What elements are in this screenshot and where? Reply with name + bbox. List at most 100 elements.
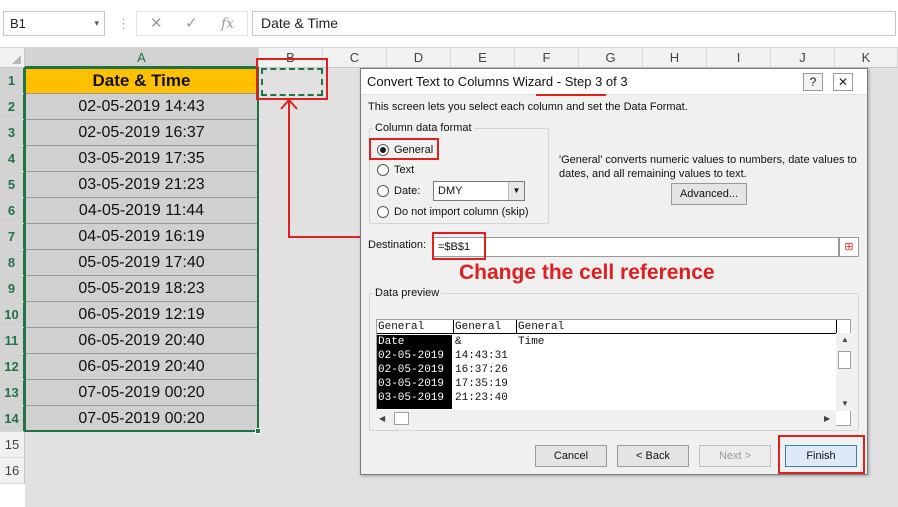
- column-header-j[interactable]: J: [771, 48, 835, 68]
- column-header-f[interactable]: F: [515, 48, 579, 68]
- row-header-2[interactable]: 2: [0, 94, 25, 120]
- cell-a-value[interactable]: 07-05-2019 00:20: [25, 406, 258, 432]
- preview-cell: Date: [378, 336, 405, 348]
- next-button[interactable]: Next >: [699, 445, 771, 467]
- column-header-a[interactable]: A: [25, 48, 259, 68]
- select-all-button[interactable]: [0, 48, 25, 68]
- row-header-11[interactable]: 11: [0, 328, 25, 354]
- cell-a-value[interactable]: 06-05-2019 20:40: [25, 328, 258, 354]
- name-box[interactable]: B1 ▾: [3, 11, 105, 36]
- formula-bar-grip-icon: ⋮: [117, 16, 130, 31]
- cell-b1-marquee[interactable]: [261, 68, 323, 96]
- radio-general[interactable]: [377, 144, 389, 156]
- formula-bar-buttons: ✕ ✓ fx: [136, 11, 248, 36]
- cancel-icon[interactable]: ✕: [150, 13, 163, 35]
- row-header-14[interactable]: 14: [0, 406, 25, 432]
- insert-function-icon[interactable]: fx: [221, 13, 234, 35]
- data-preview-label: Data preview: [373, 287, 442, 299]
- close-button[interactable]: ✕: [833, 73, 853, 91]
- chevron-down-icon[interactable]: ▾: [94, 12, 99, 35]
- gridline: [323, 68, 324, 507]
- preview-cell: Time: [518, 336, 545, 348]
- preview-vertical-scrollbar[interactable]: ▲ ▼: [836, 333, 853, 411]
- fill-handle[interactable]: [255, 428, 261, 434]
- cell-a-value[interactable]: 03-05-2019 21:23: [25, 172, 258, 198]
- preview-column-header[interactable]: General: [454, 320, 517, 334]
- cell-a-value[interactable]: 05-05-2019 17:40: [25, 250, 258, 276]
- cell-a-value[interactable]: 02-05-2019 14:43: [25, 94, 258, 120]
- cell-a-value[interactable]: 06-05-2019 12:19: [25, 302, 258, 328]
- cell-a-value[interactable]: 07-05-2019 00:20: [25, 380, 258, 406]
- cell-a-value[interactable]: 02-05-2019 16:37: [25, 120, 258, 146]
- radio-date[interactable]: [377, 185, 389, 197]
- scroll-up-icon[interactable]: ▲: [841, 335, 849, 344]
- radio-text-label[interactable]: Text: [394, 164, 414, 176]
- preview-cell: 21:23:40: [455, 392, 508, 404]
- radio-general-label[interactable]: General: [394, 144, 433, 156]
- help-button[interactable]: ?: [803, 73, 823, 91]
- row-header-4[interactable]: 4: [0, 146, 25, 172]
- radio-text[interactable]: [377, 164, 389, 176]
- scroll-thumb[interactable]: [838, 351, 851, 369]
- formula-input[interactable]: Date & Time: [252, 11, 896, 36]
- preview-cell: &: [455, 336, 462, 348]
- preview-cell: 02-05-2019: [378, 364, 445, 376]
- column-header-h[interactable]: H: [643, 48, 707, 68]
- back-button[interactable]: < Back: [617, 445, 689, 467]
- date-format-select[interactable]: DMY ▼: [433, 181, 525, 201]
- cell-a-value[interactable]: 06-05-2019 20:40: [25, 354, 258, 380]
- radio-date-label[interactable]: Date:: [394, 185, 420, 197]
- column-header-d[interactable]: D: [387, 48, 451, 68]
- column-header-e[interactable]: E: [451, 48, 515, 68]
- cell-a1-header[interactable]: Date & Time: [25, 68, 258, 94]
- gridline: [259, 68, 260, 507]
- destination-input[interactable]: =$B$1: [433, 237, 839, 257]
- column-header-c[interactable]: C: [323, 48, 387, 68]
- cell-a-value[interactable]: 03-05-2019 17:35: [25, 146, 258, 172]
- formula-bar: B1 ▾ ⋮ ✕ ✓ fx Date & Time: [0, 0, 898, 48]
- general-format-note: 'General' converts numeric values to num…: [559, 154, 857, 180]
- radio-skip-label[interactable]: Do not import column (skip): [394, 206, 529, 218]
- annotation-underline-step: [536, 94, 606, 96]
- collapse-dialog-icon[interactable]: ⊞: [839, 237, 859, 257]
- cell-a-value[interactable]: 04-05-2019 16:19: [25, 224, 258, 250]
- preview-cell: 03-05-2019: [378, 378, 445, 390]
- row-header-3[interactable]: 3: [0, 120, 25, 146]
- dialog-titlebar: Convert Text to Columns Wizard - Step 3 …: [361, 69, 867, 95]
- finish-button[interactable]: Finish: [785, 445, 857, 467]
- chevron-down-icon[interactable]: ▼: [508, 182, 524, 200]
- excel-window: B1 ▾ ⋮ ✕ ✓ fx Date & Time A B C D E F G …: [0, 0, 898, 507]
- row-header-6[interactable]: 6: [0, 198, 25, 224]
- scroll-right-icon[interactable]: ▶: [824, 414, 830, 423]
- column-header-i[interactable]: I: [707, 48, 771, 68]
- cancel-button[interactable]: Cancel: [535, 445, 607, 467]
- row-header-5[interactable]: 5: [0, 172, 25, 198]
- cell-a-value[interactable]: 05-05-2019 18:23: [25, 276, 258, 302]
- preview-horizontal-scrollbar[interactable]: ◀ ▶: [376, 410, 836, 427]
- column-header-k[interactable]: K: [835, 48, 898, 68]
- row-header-1[interactable]: 1: [0, 68, 25, 94]
- row-header-16[interactable]: 16: [0, 458, 25, 484]
- row-header-10[interactable]: 10: [0, 302, 25, 328]
- advanced-button[interactable]: Advanced...: [671, 183, 747, 205]
- row-header-7[interactable]: 7: [0, 224, 25, 250]
- radio-skip[interactable]: [377, 206, 389, 218]
- column-data-format-label: Column data format: [373, 122, 474, 134]
- row-header-12[interactable]: 12: [0, 354, 25, 380]
- arrow-up-icon: [280, 98, 298, 110]
- row-header-13[interactable]: 13: [0, 380, 25, 406]
- enter-icon[interactable]: ✓: [185, 13, 198, 35]
- column-header-b[interactable]: B: [259, 48, 323, 68]
- row-header-9[interactable]: 9: [0, 276, 25, 302]
- scroll-left-icon[interactable]: ◀: [379, 414, 385, 423]
- row-header-8[interactable]: 8: [0, 250, 25, 276]
- preview-column-header[interactable]: General: [377, 320, 454, 334]
- scroll-down-icon[interactable]: ▼: [841, 399, 849, 408]
- column-header-g[interactable]: G: [579, 48, 643, 68]
- row-header-15[interactable]: 15: [0, 432, 25, 458]
- scroll-thumb[interactable]: [394, 412, 409, 425]
- annotation-connector: [288, 100, 290, 238]
- preview-cell: 02-05-2019: [378, 350, 445, 362]
- cell-a-value[interactable]: 04-05-2019 11:44: [25, 198, 258, 224]
- preview-column-header[interactable]: General: [517, 320, 837, 334]
